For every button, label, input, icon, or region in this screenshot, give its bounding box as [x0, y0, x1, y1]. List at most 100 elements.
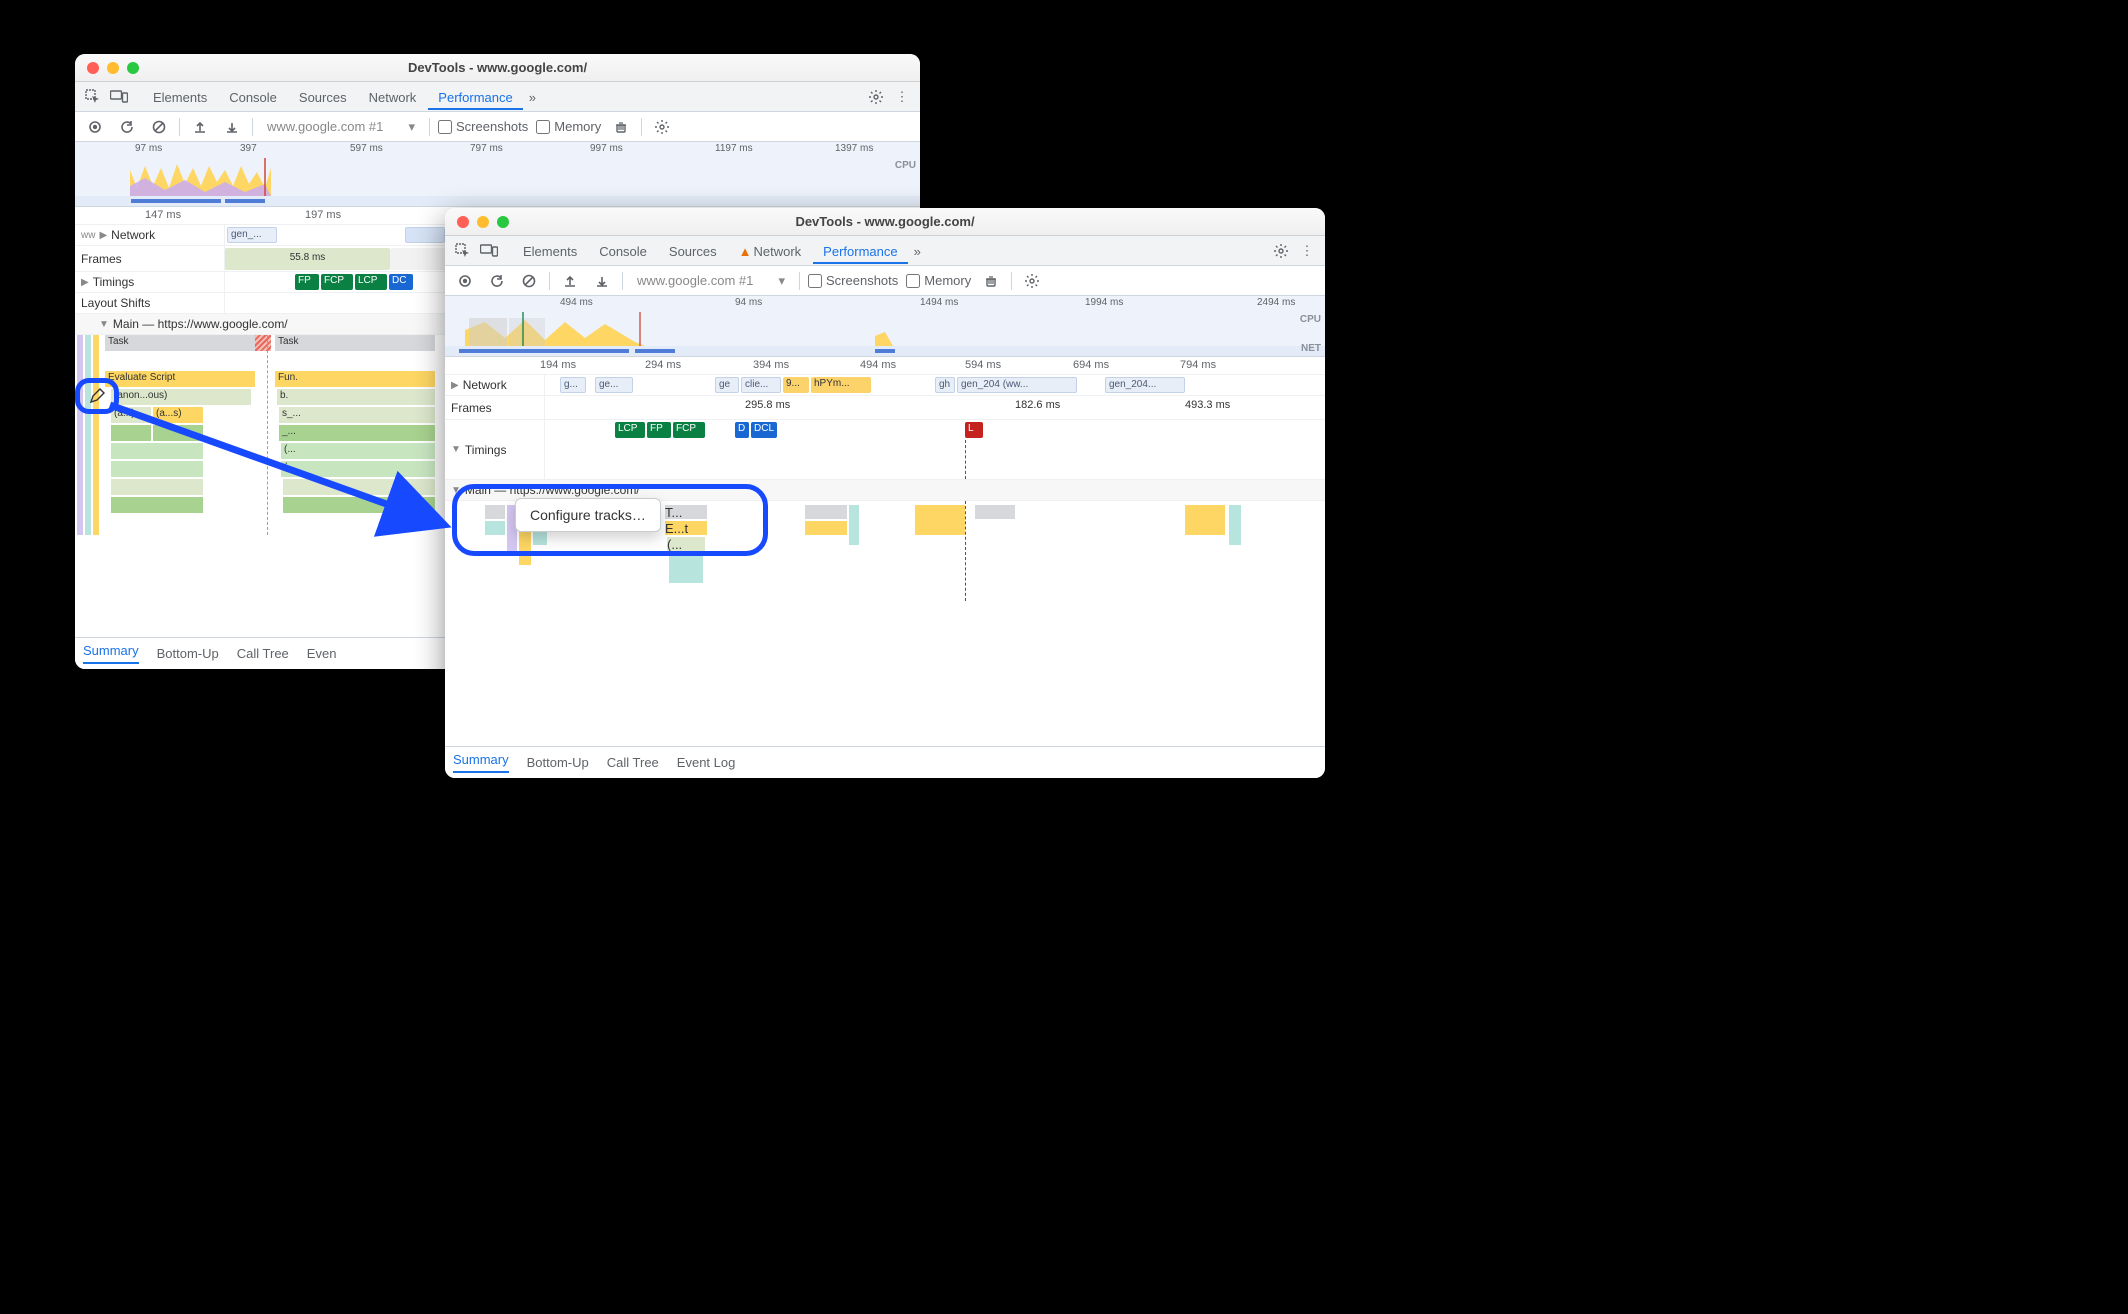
overview-net[interactable] — [75, 196, 920, 206]
flame-bar[interactable] — [849, 505, 859, 545]
upload-icon[interactable] — [558, 269, 582, 293]
memory-checkbox[interactable] — [536, 120, 550, 134]
collapse-icon[interactable]: ▼ — [99, 319, 109, 330]
flame-bar[interactable] — [111, 479, 203, 495]
flame-bar[interactable] — [805, 505, 847, 519]
screenshots-toggle[interactable]: Screenshots — [438, 119, 528, 134]
minimize-icon[interactable] — [477, 216, 489, 228]
flame-bar[interactable] — [283, 479, 435, 495]
gc-icon[interactable] — [609, 115, 633, 139]
btab-eventlog[interactable]: Event Log — [677, 755, 736, 770]
clear-icon[interactable] — [147, 115, 171, 139]
download-icon[interactable] — [220, 115, 244, 139]
timing-l[interactable]: L — [965, 422, 983, 438]
net-chip[interactable]: gen_... — [227, 227, 277, 243]
tracks[interactable]: ▶Network g... ge... ge clie... 9... hPYm… — [445, 375, 1325, 746]
flame-bar[interactable]: s_... — [279, 407, 435, 423]
net-chip[interactable]: hPYm... — [811, 377, 871, 393]
overview[interactable]: 494 ms 94 ms 1494 ms 1994 ms 2494 ms || … — [445, 296, 1325, 357]
flame-bar[interactable]: (a...) — [111, 407, 151, 423]
btab-bottomup[interactable]: Bottom-Up — [157, 646, 219, 661]
reload-icon[interactable] — [115, 115, 139, 139]
close-icon[interactable] — [87, 62, 99, 74]
tabs-more[interactable]: » — [910, 238, 931, 264]
timing-lcp[interactable]: LCP — [355, 274, 387, 290]
timing-d[interactable]: D — [735, 422, 749, 438]
flame-bar[interactable]: (... — [667, 537, 705, 551]
minimize-icon[interactable] — [107, 62, 119, 74]
btab-summary[interactable]: Summary — [83, 643, 139, 664]
overview-cpu[interactable]: || || — [445, 312, 1325, 346]
flame-bar[interactable] — [153, 425, 203, 441]
record-icon[interactable] — [453, 269, 477, 293]
gc-icon[interactable] — [979, 269, 1003, 293]
net-chip[interactable] — [405, 227, 445, 243]
inspect-icon[interactable] — [81, 85, 105, 109]
zoom-icon[interactable] — [497, 216, 509, 228]
timing-fcp[interactable]: FCP — [321, 274, 353, 290]
overview-net[interactable] — [445, 346, 1325, 356]
net-chip[interactable]: gh — [935, 377, 955, 393]
tab-performance[interactable]: Performance — [813, 238, 907, 264]
device-icon[interactable] — [107, 85, 131, 109]
zoom-icon[interactable] — [127, 62, 139, 74]
net-chip[interactable]: gen_204 (ww... — [957, 377, 1077, 393]
flame-bar[interactable]: _... — [279, 425, 435, 441]
gear-icon[interactable] — [1269, 239, 1293, 263]
flame-bar[interactable]: (... — [281, 461, 435, 477]
btab-calltree[interactable]: Call Tree — [237, 646, 289, 661]
tab-console[interactable]: Console — [589, 238, 657, 264]
flame-bar[interactable] — [111, 461, 203, 477]
flame-bar[interactable]: Task — [105, 335, 255, 351]
flame-bar[interactable]: (... — [281, 443, 435, 459]
flame-bar[interactable] — [111, 443, 203, 459]
expand-icon[interactable]: ▶ — [451, 380, 459, 391]
memory-toggle[interactable]: Memory — [906, 273, 971, 288]
expand-icon[interactable]: ▶ — [81, 277, 89, 288]
tab-elements[interactable]: Elements — [513, 238, 587, 264]
tab-network[interactable]: ▲Network — [729, 238, 812, 264]
upload-icon[interactable] — [188, 115, 212, 139]
flame-bar[interactable]: (a...s) — [153, 407, 203, 423]
timing-lcp[interactable]: LCP — [615, 422, 645, 438]
flame-bar[interactable]: E...t — [665, 521, 707, 535]
tab-network[interactable]: Network — [359, 84, 427, 110]
flame-bar[interactable] — [1229, 505, 1241, 545]
flame-bar[interactable] — [805, 521, 847, 535]
tab-sources[interactable]: Sources — [659, 238, 727, 264]
gear-icon[interactable] — [864, 85, 888, 109]
collapse-icon[interactable]: ▼ — [451, 444, 461, 455]
overview-cpu[interactable]: || || — [75, 158, 920, 196]
download-icon[interactable] — [590, 269, 614, 293]
screenshots-checkbox[interactable] — [438, 120, 452, 134]
recording-select[interactable]: www.google.com #1 ▾ — [261, 117, 421, 137]
memory-toggle[interactable]: Memory — [536, 119, 601, 134]
net-chip[interactable]: clie... — [741, 377, 781, 393]
btab-eventlog[interactable]: Even — [307, 646, 337, 661]
titlebar[interactable]: DevTools - www.google.com/ — [445, 208, 1325, 236]
recording-select[interactable]: www.google.com #1 ▾ — [631, 271, 791, 291]
close-icon[interactable] — [457, 216, 469, 228]
gear-icon[interactable] — [650, 115, 674, 139]
flame-bar[interactable] — [669, 553, 703, 583]
record-icon[interactable] — [83, 115, 107, 139]
memory-checkbox[interactable] — [906, 274, 920, 288]
btab-summary[interactable]: Summary — [453, 752, 509, 773]
flame-bar[interactable] — [111, 497, 203, 513]
tab-performance[interactable]: Performance — [428, 84, 522, 110]
screenshots-checkbox[interactable] — [808, 274, 822, 288]
gear-icon[interactable] — [1020, 269, 1044, 293]
tabs-more[interactable]: » — [525, 84, 546, 110]
tab-elements[interactable]: Elements — [143, 84, 217, 110]
overview[interactable]: 97 ms 397 597 ms 797 ms 997 ms 1197 ms 1… — [75, 142, 920, 207]
net-chip[interactable]: g... — [560, 377, 586, 393]
collapse-icon[interactable]: ▼ — [451, 485, 461, 496]
screenshots-toggle[interactable]: Screenshots — [808, 273, 898, 288]
tab-console[interactable]: Console — [219, 84, 287, 110]
flame-bar[interactable] — [283, 497, 435, 513]
traffic-lights[interactable] — [75, 62, 139, 74]
expand-icon[interactable]: ▶ — [99, 230, 107, 241]
track-timings[interactable]: ▼Timings LCP FP FCP D DCL L — [445, 420, 1325, 480]
track-network[interactable]: ▶Network g... ge... ge clie... 9... hPYm… — [445, 375, 1325, 396]
traffic-lights[interactable] — [445, 216, 509, 228]
